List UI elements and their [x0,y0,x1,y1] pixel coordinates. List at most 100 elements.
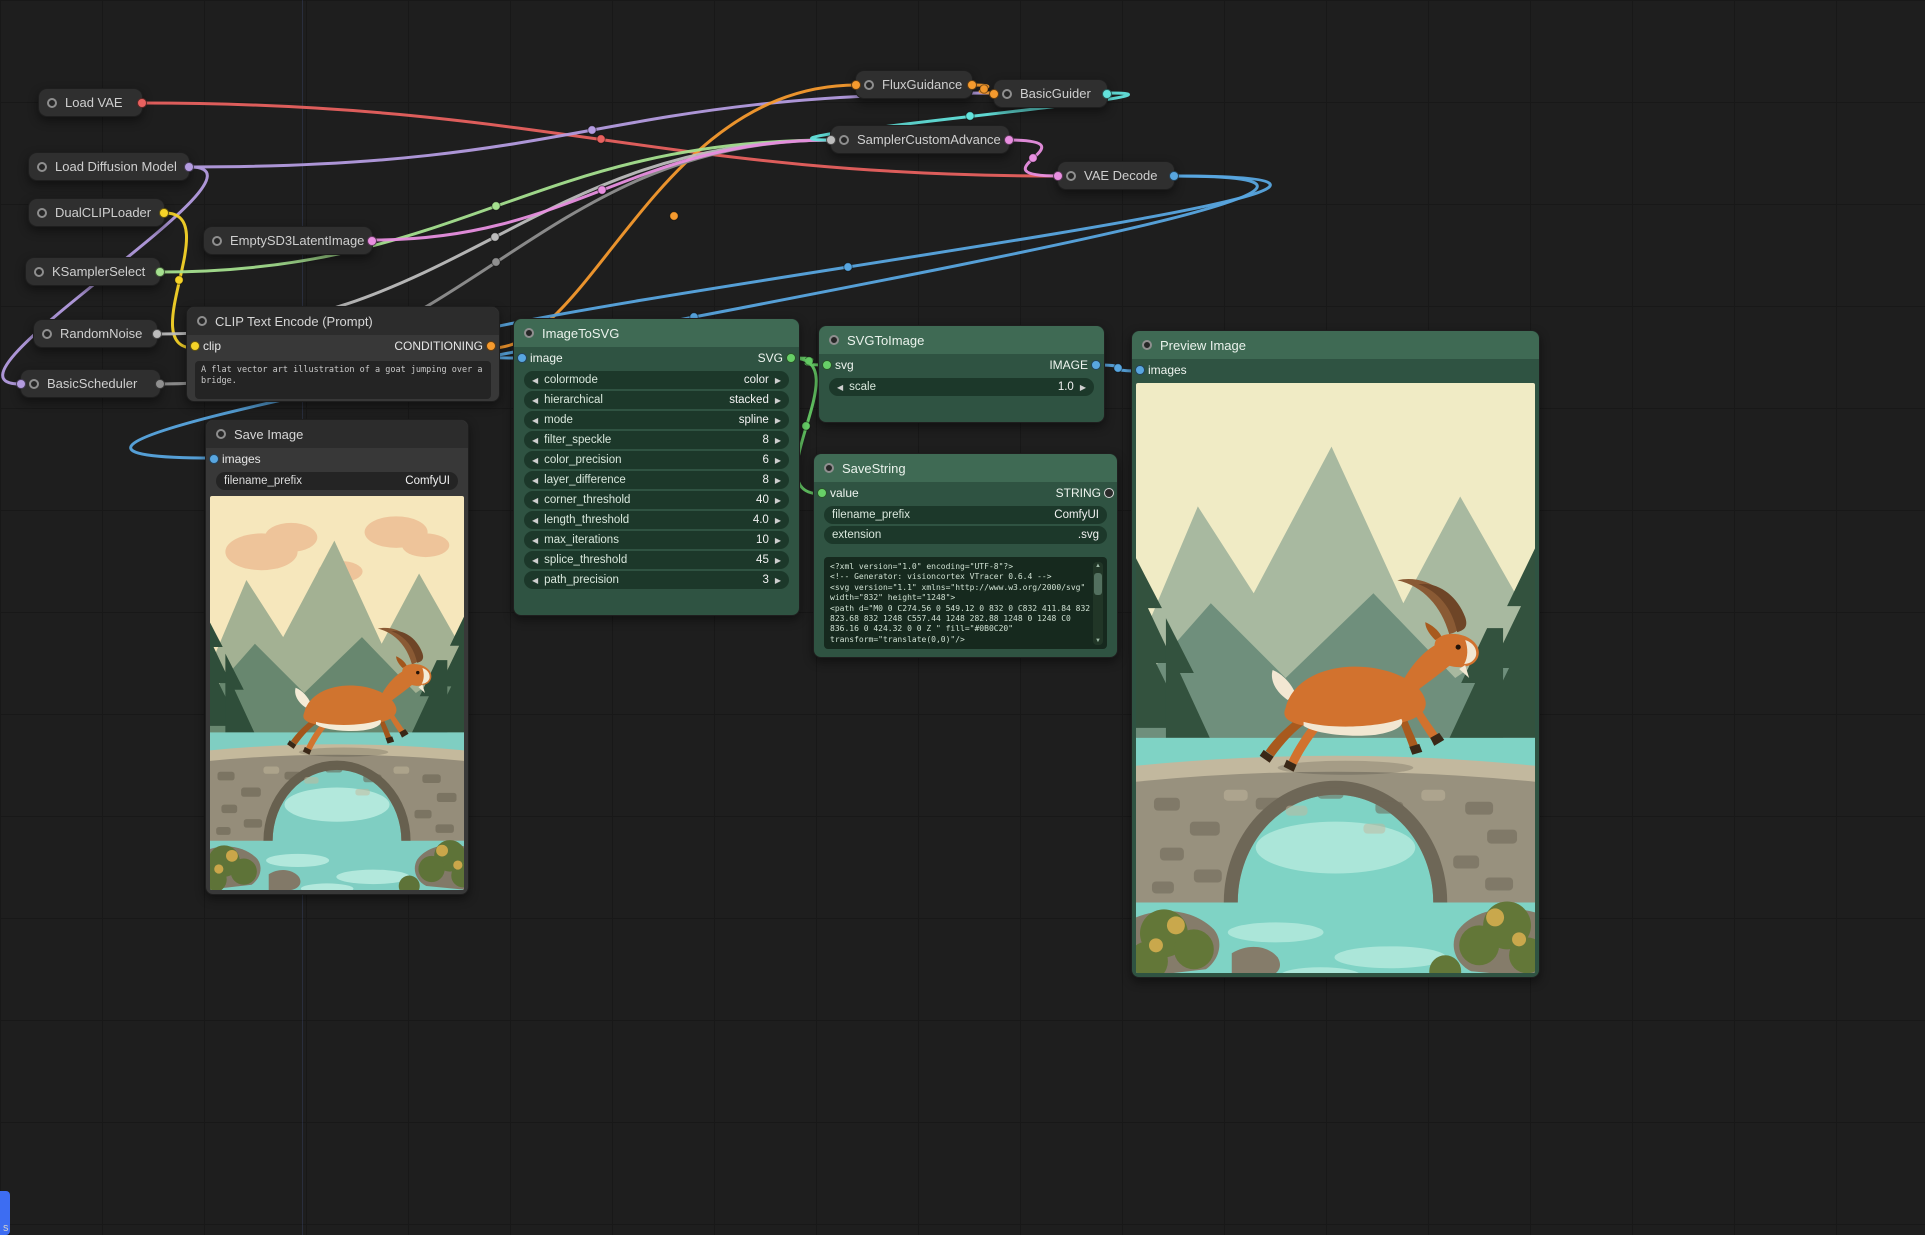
node-sampler-custom-advance[interactable]: SamplerCustomAdvance [830,125,1010,154]
guider-inputs-port[interactable] [989,89,999,99]
image-input-port[interactable] [517,353,527,363]
node-basic-guider[interactable]: BasicGuider [993,79,1108,108]
filename-prefix-widget[interactable]: filename_prefix ComfyUI [824,506,1107,524]
increment-arrow-icon[interactable]: ▶ [775,456,781,465]
decrement-arrow-icon[interactable]: ◀ [532,576,538,585]
decrement-arrow-icon[interactable]: ◀ [532,516,538,525]
increment-arrow-icon[interactable]: ▶ [775,436,781,445]
node-flux-guidance[interactable]: FluxGuidance [855,70,973,99]
collapse-dot-icon[interactable] [42,329,52,339]
scrollbar[interactable]: ▲ ▼ [1093,562,1103,645]
svg-input-port[interactable] [822,360,832,370]
widget-hierarchical[interactable]: ◀ hierarchical stacked ▶ [524,391,789,409]
latent-output-port[interactable] [367,236,377,246]
node-vae-decode[interactable]: VAE Decode [1057,161,1175,190]
node-header[interactable]: SaveString [814,454,1117,482]
latent-output-port[interactable] [1004,135,1014,145]
increment-arrow-icon[interactable]: ▶ [775,376,781,385]
node-header[interactable]: SVGToImage [819,326,1104,354]
widget-colormode[interactable]: ◀ colormode color ▶ [524,371,789,389]
increment-arrow-icon[interactable]: ▶ [775,516,781,525]
prompt-textarea[interactable]: A flat vector art illustration of a goat… [195,361,491,399]
node-save-image[interactable]: Save Image images filename_prefix ComfyU… [205,419,469,895]
node-preview-image[interactable]: Preview Image images [1131,330,1540,978]
string-output-port[interactable] [1104,488,1114,498]
collapse-dot-icon[interactable] [216,429,226,439]
collapse-dot-icon[interactable] [197,316,207,326]
node-random-noise[interactable]: RandomNoise [33,319,158,348]
decrement-arrow-icon[interactable]: ◀ [532,456,538,465]
node-load-diffusion-model[interactable]: Load Diffusion Model [28,152,190,181]
node-image-to-svg[interactable]: ImageToSVG image SVG ◀ colormode color ▶… [513,318,800,616]
guider-output-port[interactable] [1102,89,1112,99]
sigmas-output-port[interactable] [155,379,165,389]
clip-input-port[interactable] [190,341,200,351]
decrement-arrow-icon[interactable]: ◀ [837,383,843,392]
collapse-dot-icon[interactable] [864,80,874,90]
extension-widget[interactable]: extension .svg [824,526,1107,544]
image-output-port[interactable] [1169,171,1179,181]
increment-arrow-icon[interactable]: ▶ [775,576,781,585]
decrement-arrow-icon[interactable]: ◀ [532,536,538,545]
node-header[interactable]: Save Image [206,420,468,448]
node-clip-text-encode[interactable]: CLIP Text Encode (Prompt) clip CONDITION… [186,306,500,402]
collapse-dot-icon[interactable] [29,379,39,389]
conditioning-output-port[interactable] [967,80,977,90]
increment-arrow-icon[interactable]: ▶ [775,416,781,425]
clip-output-port[interactable] [159,208,169,218]
noise-output-port[interactable] [152,329,162,339]
model-output-port[interactable] [184,162,194,172]
svg-output-port[interactable] [786,353,796,363]
widget-splice-threshold[interactable]: ◀ splice_threshold 45 ▶ [524,551,789,569]
node-svg-to-image[interactable]: SVGToImage svg IMAGE ◀ scale 1.0 ▶ [818,325,1105,423]
comfyui-canvas[interactable]: { "palette": { "vae": "#e8615f", "model"… [0,0,1925,1235]
node-basic-scheduler[interactable]: BasicScheduler [20,369,161,398]
widget-corner-threshold[interactable]: ◀ corner_threshold 40 ▶ [524,491,789,509]
decrement-arrow-icon[interactable]: ◀ [532,476,538,485]
sampler-output-port[interactable] [155,267,165,277]
collapse-dot-icon[interactable] [37,162,47,172]
decrement-arrow-icon[interactable]: ◀ [532,496,538,505]
node-dual-clip-loader[interactable]: DualCLIPLoader [28,198,165,227]
images-input-port[interactable] [1135,365,1145,375]
decrement-arrow-icon[interactable]: ◀ [532,396,538,405]
sampler-inputs-port[interactable] [826,135,836,145]
widget-length-threshold[interactable]: ◀ length_threshold 4.0 ▶ [524,511,789,529]
decrement-arrow-icon[interactable]: ◀ [532,376,538,385]
scroll-up-icon[interactable]: ▲ [1093,563,1103,569]
scroll-down-icon[interactable]: ▼ [1093,638,1103,644]
collapse-dot-icon[interactable] [1142,340,1152,350]
decrement-arrow-icon[interactable]: ◀ [532,436,538,445]
node-header[interactable]: ImageToSVG [514,319,799,347]
conditioning-input-port[interactable] [851,80,861,90]
widget-color-precision[interactable]: ◀ color_precision 6 ▶ [524,451,789,469]
image-output-port[interactable] [1091,360,1101,370]
collapse-dot-icon[interactable] [1002,89,1012,99]
node-ksampler-select[interactable]: KSamplerSelect [25,257,161,286]
vae-output-port[interactable] [137,98,147,108]
collapse-dot-icon[interactable] [37,208,47,218]
collapse-dot-icon[interactable] [829,335,839,345]
increment-arrow-icon[interactable]: ▶ [775,396,781,405]
widget-filter-speckle[interactable]: ◀ filter_speckle 8 ▶ [524,431,789,449]
collapse-dot-icon[interactable] [212,236,222,246]
increment-arrow-icon[interactable]: ▶ [775,536,781,545]
increment-arrow-icon[interactable]: ▶ [775,556,781,565]
svg-source-textarea[interactable]: <?xml version="1.0" encoding="UTF-8"?> <… [824,557,1107,649]
increment-arrow-icon[interactable]: ▶ [775,476,781,485]
scrollbar-thumb[interactable] [1094,573,1102,595]
collapse-dot-icon[interactable] [839,135,849,145]
collapse-dot-icon[interactable] [1066,171,1076,181]
node-load-vae[interactable]: Load VAE [38,88,143,117]
model-input-port[interactable] [16,379,26,389]
decrement-arrow-icon[interactable]: ◀ [532,556,538,565]
node-save-string[interactable]: SaveString value STRING filename_prefix … [813,453,1118,658]
conditioning-output-port[interactable] [486,341,496,351]
widget-path-precision[interactable]: ◀ path_precision 3 ▶ [524,571,789,589]
increment-arrow-icon[interactable]: ▶ [775,496,781,505]
widget-scale[interactable]: ◀ scale 1.0 ▶ [829,378,1094,396]
images-input-port[interactable] [209,454,219,464]
value-input-port[interactable] [817,488,827,498]
collapse-dot-icon[interactable] [47,98,57,108]
filename-prefix-widget[interactable]: filename_prefix ComfyUI [216,472,458,490]
